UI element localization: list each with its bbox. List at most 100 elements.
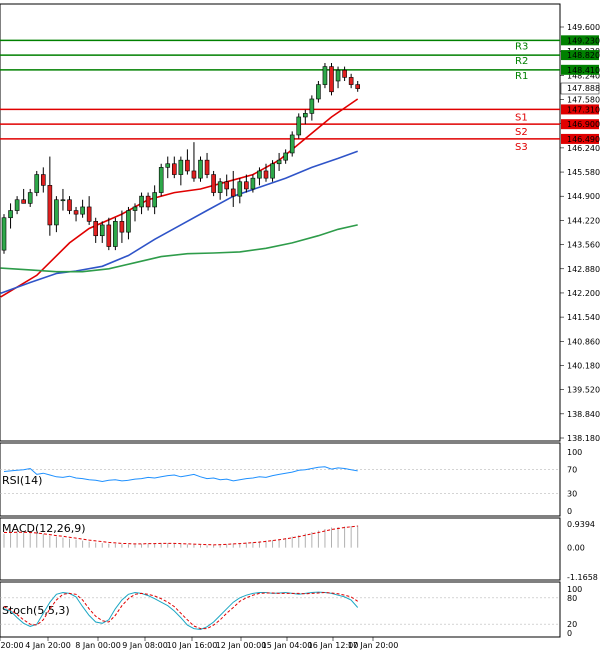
candle-body <box>302 113 308 118</box>
price-tick-label: 144.900 <box>567 192 600 201</box>
candle-body <box>309 98 315 114</box>
candle-body <box>257 170 262 179</box>
candle-body <box>54 199 59 226</box>
chart-canvas: 149.600148.920148.240147.580146.900146.2… <box>0 3 600 650</box>
time-axis: 3 Jan 20:004 Jan 20:00 8 Jan 00:009 Jan 0… <box>0 637 398 650</box>
price-tick-label: 149.600 <box>567 23 600 32</box>
price-tick-label: 142.200 <box>567 289 600 298</box>
price-tick-label: 138.180 <box>567 434 600 443</box>
candle-body <box>348 77 354 85</box>
time-tick-label: 3 Jan 20:00 <box>0 641 24 650</box>
candle-body <box>1 217 7 251</box>
price-tick-label: 143.560 <box>567 241 600 250</box>
candle-body <box>316 84 321 100</box>
macd-tick-label: -1.1658 <box>567 573 598 582</box>
candle-body <box>113 221 118 247</box>
candle-body <box>27 192 33 204</box>
level-name-r1: R1 <box>515 71 528 82</box>
candle-body <box>145 195 151 208</box>
macd-tick-label: 0.00 <box>567 544 585 553</box>
current-price-marker: 147.888 <box>560 82 600 95</box>
level-name-s1: S1 <box>515 112 528 123</box>
candle-body <box>250 177 256 190</box>
rsi-line <box>3 466 358 483</box>
candle-body <box>276 159 282 165</box>
candle-body <box>152 192 157 208</box>
candle-body <box>185 159 190 172</box>
rsi-tick-label: 0 <box>567 507 572 516</box>
price-tick-label: 140.180 <box>567 361 600 370</box>
candle-body <box>263 170 269 179</box>
candle-body <box>289 134 295 154</box>
price-tick-label: 138.840 <box>567 410 600 419</box>
candle-body <box>34 174 40 193</box>
candle-body <box>14 199 20 211</box>
candle-body <box>322 66 328 85</box>
level-name-r3: R3 <box>515 41 528 52</box>
candle-body <box>8 210 13 219</box>
stoch-tick-label: 100 <box>567 585 582 594</box>
candle-body <box>355 84 361 89</box>
stoch-label: Stoch(5,5,3) <box>2 604 70 617</box>
candle-body <box>244 181 249 190</box>
price-tick-label: 144.220 <box>567 216 600 225</box>
time-tick-label: 4 Jan 20:00 <box>25 641 71 650</box>
stoch-panel: Stoch(5,5,3) 10080 200 <box>0 585 582 638</box>
stoch-panel-border <box>0 581 561 638</box>
ma-line-ma20 <box>0 98 359 298</box>
rsi-label: RSI(14) <box>2 474 42 487</box>
candle-body <box>270 163 275 179</box>
candle-body <box>21 199 26 204</box>
rsi-panel-border <box>0 442 561 517</box>
candle-body <box>99 224 105 237</box>
moving-averages <box>0 98 359 298</box>
current-price-label: 147.888 <box>567 84 600 93</box>
price-tick-label: 146.240 <box>567 144 600 153</box>
level-price-label: 147.310 <box>567 105 600 114</box>
candle-body <box>224 181 229 190</box>
macd-label: MACD(12,26,9) <box>2 522 86 535</box>
candle-body <box>217 181 223 193</box>
price-tick-label: 141.540 <box>567 313 600 322</box>
panel-borders <box>0 3 561 638</box>
candle-body <box>165 163 171 168</box>
time-tick-label: 9 Jan 08:00 <box>122 641 168 650</box>
level-price-label: 148.410 <box>567 66 600 75</box>
candle-body <box>158 167 164 193</box>
level-price-label: 148.820 <box>567 51 600 60</box>
level-price-label: 146.900 <box>567 120 600 129</box>
candle-body <box>342 69 347 78</box>
candle-body <box>211 174 216 193</box>
candle-body <box>191 170 197 179</box>
ma-line-ma100 <box>0 224 358 273</box>
level-name-s3: S3 <box>515 142 528 153</box>
time-tick-label: 17 Jan 20:00 <box>348 641 399 650</box>
candle-body <box>93 221 98 237</box>
candle-body <box>106 224 112 247</box>
candle-body <box>119 221 125 233</box>
candle-body <box>60 199 66 202</box>
candle-body <box>172 163 177 175</box>
candle-body <box>296 116 302 136</box>
macd-tick-label: 0.9394 <box>567 520 595 529</box>
candle-body <box>126 210 131 233</box>
level-name-r2: R2 <box>515 56 528 67</box>
price-tick-label: 139.520 <box>567 386 600 395</box>
candle-body <box>329 66 334 93</box>
stoch-tick-label: 0 <box>567 629 572 638</box>
candle-body <box>47 185 53 226</box>
candle-body <box>198 159 203 179</box>
price-tick-label: 145.580 <box>567 168 600 177</box>
candle-body <box>335 69 341 82</box>
level-price-label: 149.230 <box>567 36 600 45</box>
rsi-tick-label: 30 <box>567 489 577 498</box>
rsi-tick-label: 70 <box>567 466 577 475</box>
stoch-tick-label: 20 <box>567 620 577 629</box>
rsi-tick-label: 100 <box>567 448 582 457</box>
price-tick-label: 140.860 <box>567 337 600 346</box>
stoch-tick-label: 80 <box>567 594 577 603</box>
candle-body <box>178 159 184 175</box>
time-tick-label: 10 Jan 16:00 <box>167 641 218 650</box>
candle-body <box>67 199 72 211</box>
candle-body <box>283 152 288 161</box>
